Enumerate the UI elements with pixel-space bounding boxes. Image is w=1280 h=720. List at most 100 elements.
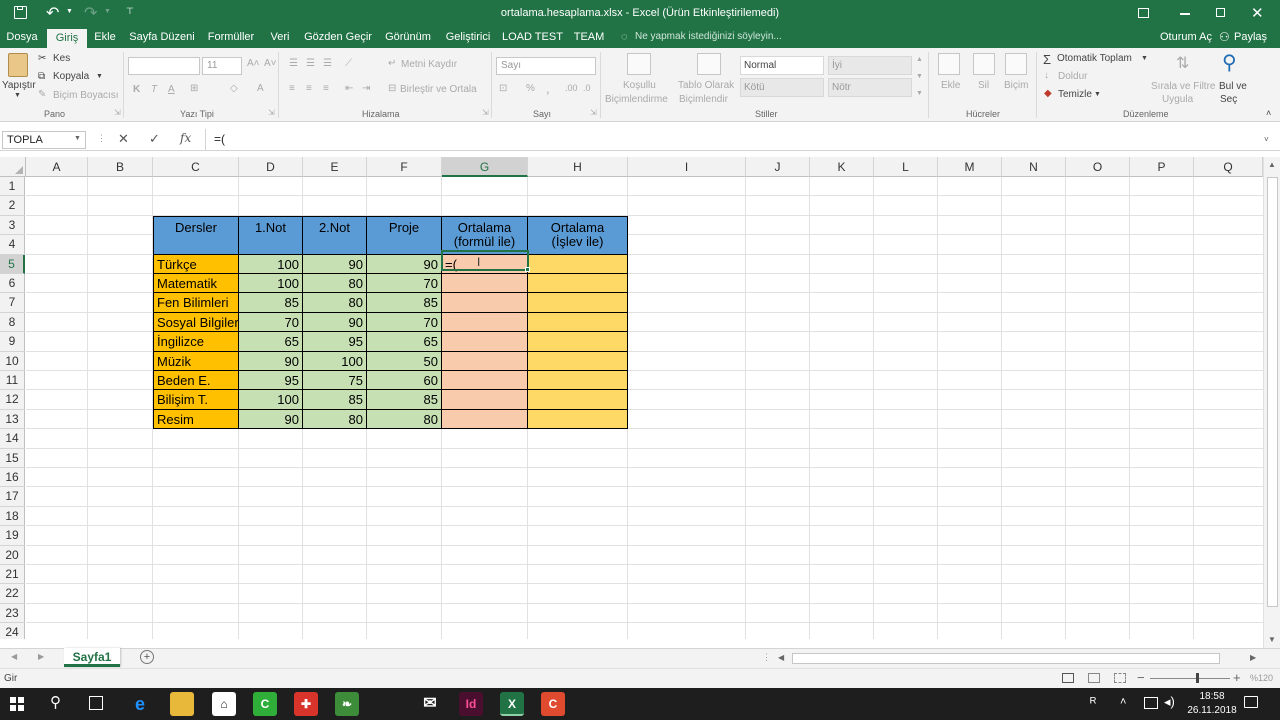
- table-format-button-line2[interactable]: Biçimlendir: [679, 94, 728, 105]
- format-cells-icon[interactable]: [1005, 53, 1027, 75]
- close-icon[interactable]: ✕: [1251, 4, 1264, 22]
- average-function-cell[interactable]: [528, 351, 628, 371]
- name-box-dropdown-icon[interactable]: ▼: [74, 135, 81, 142]
- font-name-combo[interactable]: [128, 57, 200, 75]
- grade1-cell[interactable]: 70: [239, 312, 303, 333]
- grade1-cell[interactable]: 95: [239, 371, 303, 391]
- minimize-icon[interactable]: [1180, 13, 1190, 15]
- hscroll-right-icon[interactable]: ▶: [1250, 653, 1256, 662]
- header-ortalama-formul[interactable]: Ortalama (formül ile): [442, 215, 528, 255]
- windows-start-icon[interactable]: [10, 697, 24, 711]
- mail-icon[interactable]: ✉: [418, 692, 442, 716]
- tab-review[interactable]: Gözden Geçir: [303, 28, 373, 48]
- column-header-g[interactable]: G: [442, 157, 528, 177]
- increase-decimal-icon[interactable]: .00: [565, 83, 578, 93]
- grade1-cell[interactable]: 85: [239, 293, 303, 313]
- tab-data[interactable]: Veri: [266, 28, 294, 48]
- row-header-1[interactable]: 1: [0, 177, 25, 197]
- header-proje[interactable]: Proje: [367, 215, 442, 255]
- tab-page-layout[interactable]: Sayfa Düzeni: [128, 28, 196, 48]
- tab-view[interactable]: Görünüm: [382, 28, 434, 48]
- customize-qat-icon[interactable]: ⊤: [126, 6, 134, 17]
- average-formula-cell[interactable]: [442, 390, 528, 410]
- row-header-10[interactable]: 10: [0, 351, 25, 371]
- grade1-cell[interactable]: 90: [239, 351, 303, 371]
- grow-font-icon[interactable]: A˄: [247, 58, 260, 69]
- autosum-button[interactable]: Otomatik Toplam: [1057, 53, 1132, 64]
- copy-icon[interactable]: ⧉: [38, 71, 45, 82]
- column-header-l[interactable]: L: [874, 157, 938, 177]
- average-formula-cell[interactable]: [442, 312, 528, 333]
- column-header-j[interactable]: J: [746, 157, 810, 177]
- save-icon[interactable]: [14, 6, 27, 19]
- zoom-in-icon[interactable]: +: [1233, 670, 1241, 685]
- undo-dropdown-icon[interactable]: ▼: [66, 8, 73, 15]
- header-ortalama-islev[interactable]: Ortalama (İşlev ile): [528, 215, 628, 255]
- insert-function-icon[interactable]: fx: [180, 131, 191, 145]
- tab-home[interactable]: Giriş: [47, 29, 87, 48]
- column-header-o[interactable]: O: [1066, 157, 1130, 177]
- add-sheet-icon[interactable]: +: [140, 650, 154, 664]
- paste-dropdown-icon[interactable]: ▼: [14, 92, 21, 99]
- conditional-format-icon[interactable]: [627, 53, 651, 75]
- conditional-format-button-line2[interactable]: Biçimlendirme: [605, 94, 668, 105]
- grade2-cell[interactable]: 75: [303, 371, 367, 391]
- project-cell[interactable]: 50: [367, 351, 442, 371]
- average-formula-cell[interactable]: [442, 274, 528, 294]
- tab-team[interactable]: TEAM: [571, 28, 607, 48]
- tab-load-test[interactable]: LOAD TEST: [502, 28, 563, 48]
- column-header-h[interactable]: H: [528, 157, 628, 177]
- average-function-cell[interactable]: [528, 254, 628, 274]
- row-header-7[interactable]: 7: [0, 293, 25, 313]
- column-header-q[interactable]: Q: [1194, 157, 1263, 177]
- shrink-font-icon[interactable]: A˅: [264, 58, 277, 69]
- conditional-format-button[interactable]: Koşullu: [623, 80, 656, 91]
- clock-time[interactable]: 18:58: [1192, 691, 1232, 702]
- row-header-24[interactable]: 24: [0, 623, 25, 639]
- cancel-entry-icon[interactable]: ✕: [118, 131, 129, 147]
- project-cell[interactable]: 80: [367, 409, 442, 430]
- store-icon[interactable]: ⌂: [212, 692, 236, 716]
- cut-icon[interactable]: ✂: [38, 53, 46, 64]
- tab-insert[interactable]: Ekle: [90, 28, 120, 48]
- indesign-icon[interactable]: Id: [459, 692, 483, 716]
- search-icon[interactable]: ⚲: [50, 693, 61, 711]
- average-function-cell[interactable]: [528, 409, 628, 430]
- format-painter-button[interactable]: Biçim Boyacısı: [53, 90, 119, 101]
- merge-center-button[interactable]: Birleştir ve Ortala: [400, 84, 477, 95]
- style-bad[interactable]: Kötü: [740, 78, 824, 97]
- row-header-9[interactable]: 9: [0, 332, 25, 352]
- row-header-21[interactable]: 21: [0, 565, 25, 585]
- format-cells-button[interactable]: Biçim: [1004, 80, 1028, 91]
- share-button[interactable]: Paylaş: [1234, 31, 1267, 43]
- delete-cells-icon[interactable]: [973, 53, 995, 75]
- project-cell[interactable]: 85: [367, 390, 442, 410]
- sort-filter-icon[interactable]: ⇅: [1176, 53, 1189, 73]
- project-cell[interactable]: 70: [367, 312, 442, 333]
- row-header-3[interactable]: 3: [0, 215, 25, 236]
- orientation-icon[interactable]: ⟋: [345, 58, 352, 69]
- hscroll-left-icon[interactable]: ◀: [778, 653, 784, 662]
- formula-input[interactable]: =(: [205, 129, 1260, 150]
- camtasia-icon[interactable]: C: [253, 692, 277, 716]
- fill-button[interactable]: Doldur: [1058, 71, 1087, 82]
- excel-taskbar-icon[interactable]: X: [500, 692, 524, 716]
- average-formula-cell[interactable]: [442, 332, 528, 352]
- row-header-11[interactable]: 11: [0, 371, 25, 391]
- column-header-k[interactable]: K: [810, 157, 874, 177]
- font-size-combo[interactable]: 11: [202, 57, 242, 75]
- ribbon-display-icon[interactable]: [1138, 8, 1149, 18]
- row-header-15[interactable]: 15: [0, 448, 25, 468]
- project-cell[interactable]: 70: [367, 274, 442, 294]
- sign-in-link[interactable]: Oturum Aç: [1160, 31, 1212, 43]
- project-cell[interactable]: 65: [367, 332, 442, 352]
- column-header-c[interactable]: C: [153, 157, 239, 177]
- row-header-8[interactable]: 8: [0, 312, 25, 333]
- volume-icon[interactable]: ◂): [1164, 694, 1175, 710]
- grade1-cell[interactable]: 100: [239, 390, 303, 410]
- project-cell[interactable]: 60: [367, 371, 442, 391]
- clipboard-launcher-icon[interactable]: ⇲: [114, 108, 121, 117]
- average-function-cell[interactable]: [528, 390, 628, 410]
- tab-split-icon[interactable]: ⋮: [762, 652, 771, 663]
- collapse-ribbon-icon[interactable]: ˄: [1266, 108, 1271, 118]
